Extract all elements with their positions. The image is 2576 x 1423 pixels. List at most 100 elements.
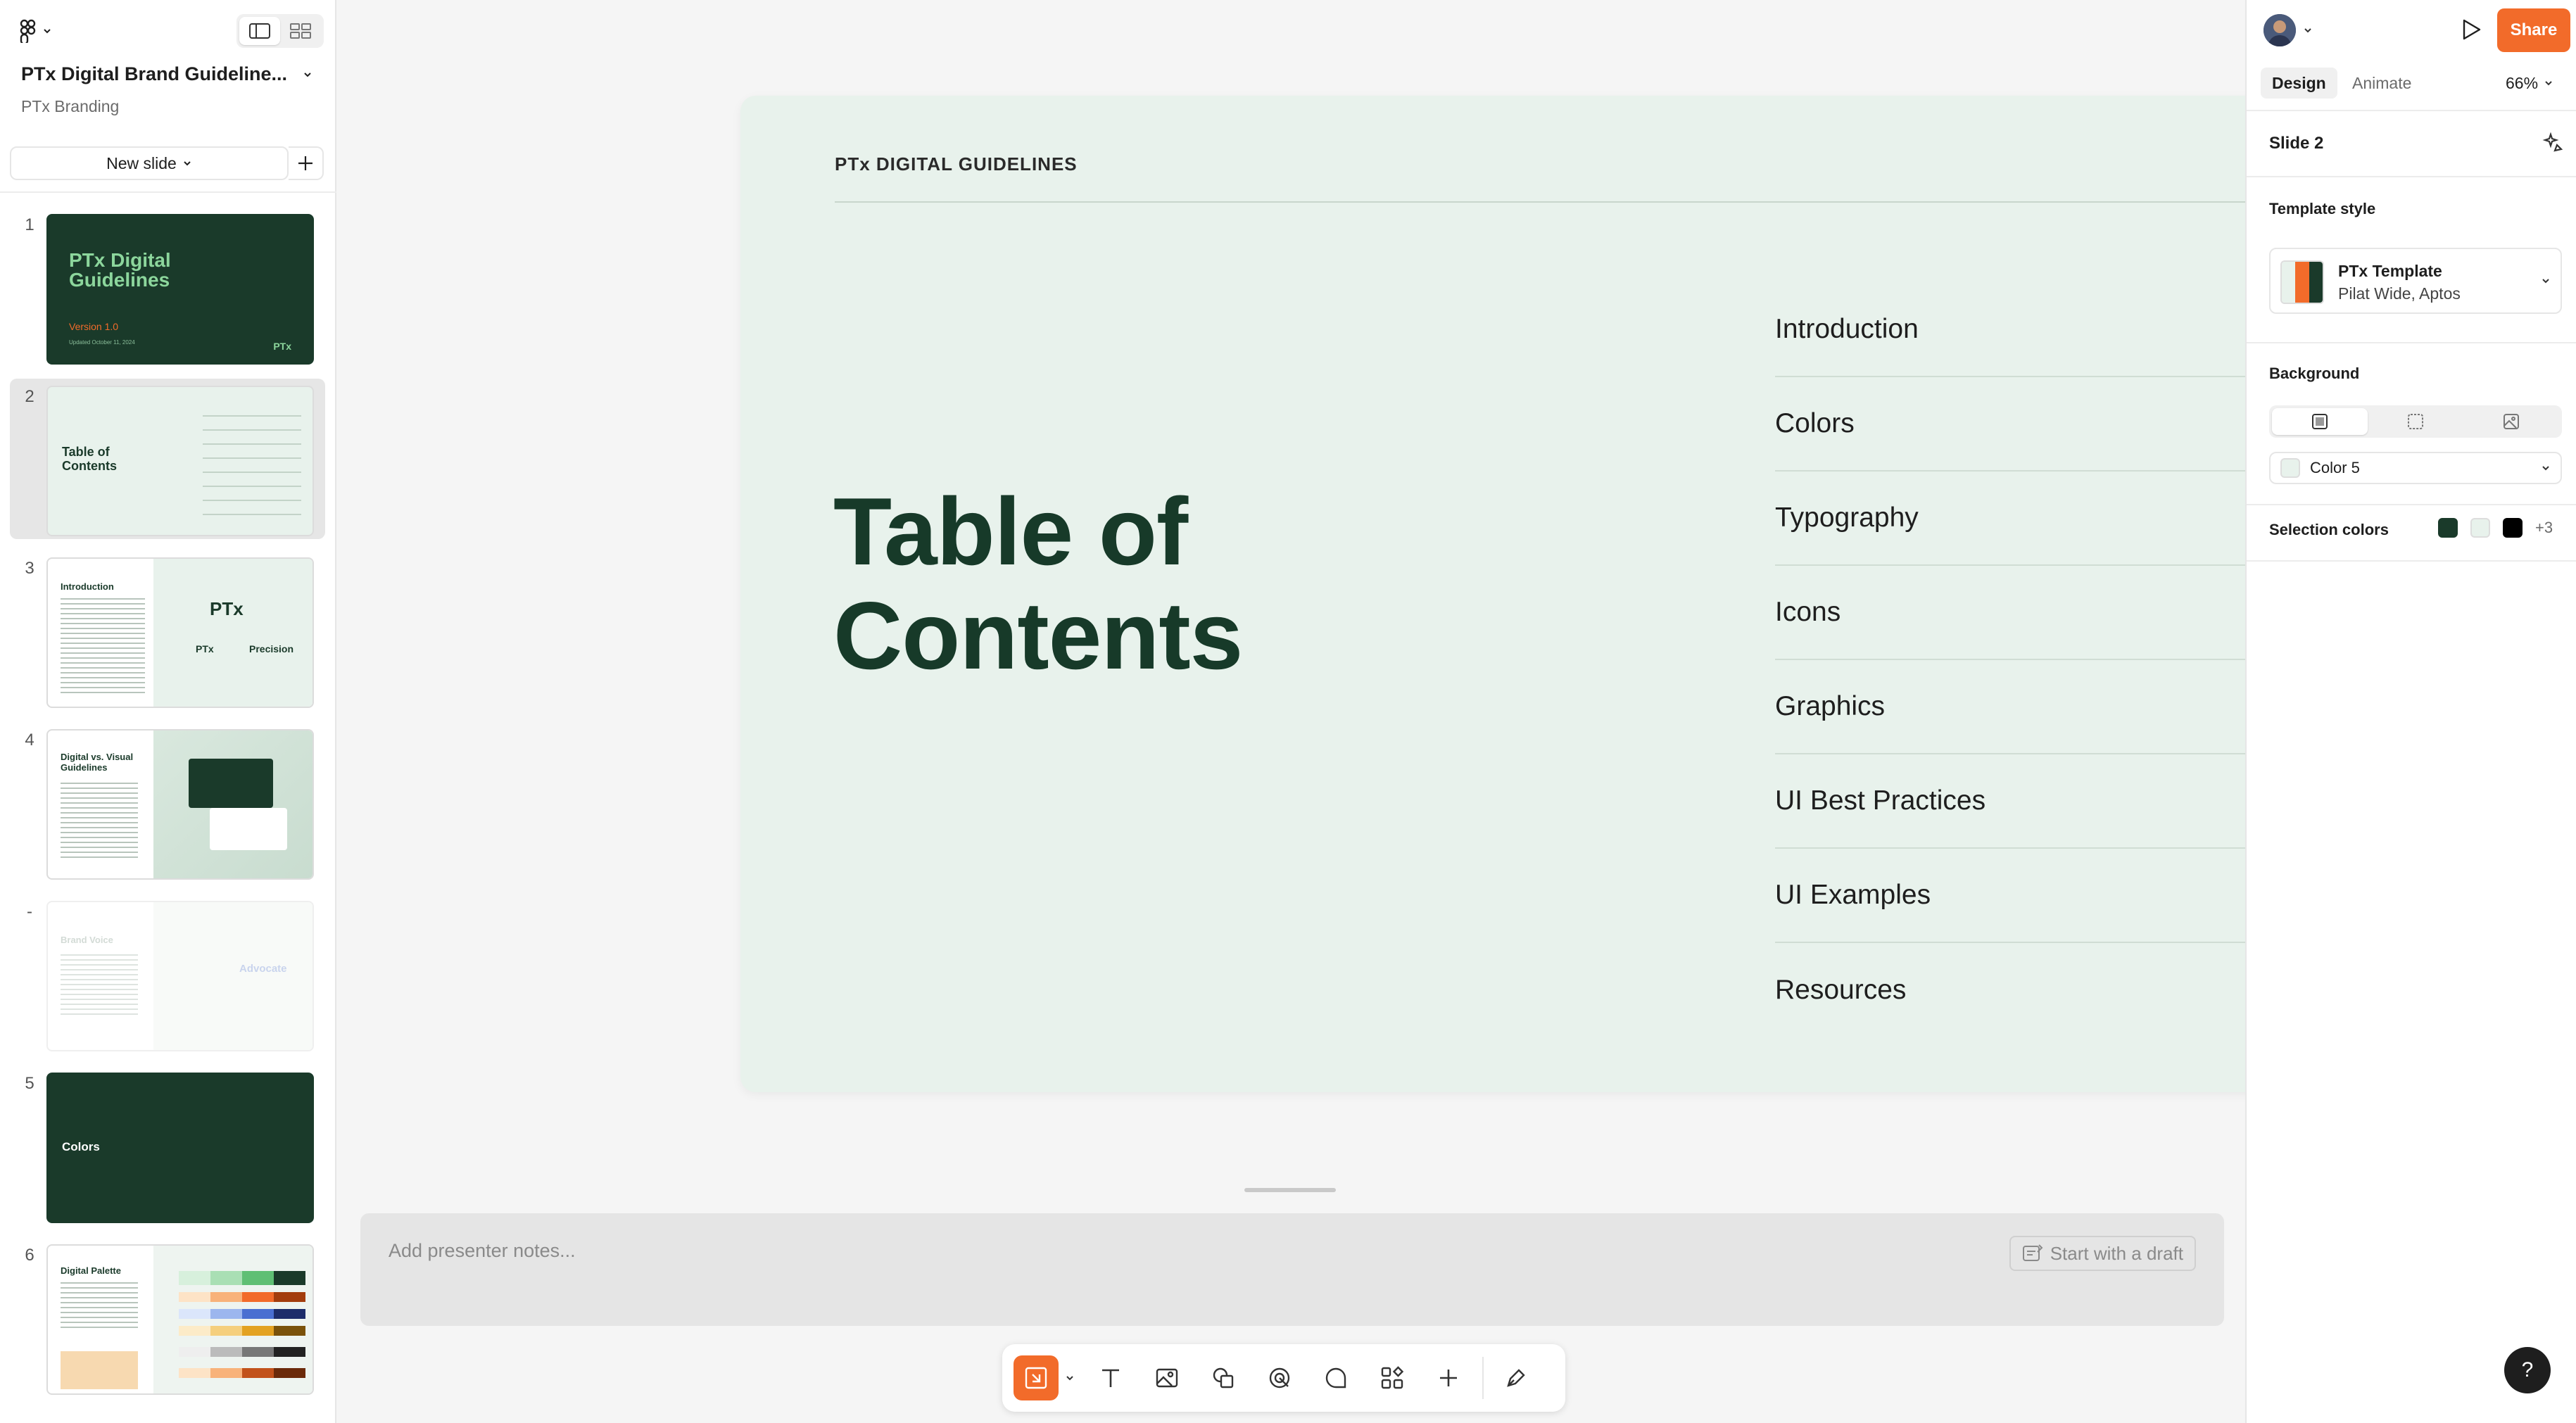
- ai-edit-button[interactable]: [2542, 132, 2563, 153]
- color-swatch-dark-green[interactable]: [2438, 518, 2458, 538]
- image-icon: [1156, 1368, 1178, 1388]
- thumbnail-preview: Digital Palette: [46, 1244, 314, 1395]
- color-swatch-black[interactable]: [2503, 518, 2523, 538]
- tab-animate[interactable]: Animate: [2341, 68, 2423, 99]
- thumbnail-preview: Colors: [46, 1073, 314, 1223]
- zoom-level: 66%: [2506, 73, 2539, 92]
- grid-view-icon: [290, 23, 311, 39]
- divider: [0, 191, 336, 193]
- thumbnail-preview: Brand Voice Advocate: [46, 901, 314, 1051]
- slide-thumbnail-2[interactable]: 2 Table of Contents: [10, 379, 325, 539]
- properties-panel: Share Design Animate 66% Slide 2 Templat…: [2245, 0, 2576, 1423]
- play-icon: [2463, 19, 2481, 40]
- components-tool-button[interactable]: [1370, 1355, 1415, 1400]
- user-avatar-icon: [2264, 14, 2296, 46]
- new-slide-label: New slide: [106, 153, 177, 172]
- bg-image-button[interactable]: [2463, 408, 2559, 435]
- slide-name[interactable]: Slide 2: [2269, 134, 2323, 153]
- slide-number: 4: [25, 731, 34, 750]
- template-fonts: Pilat Wide, Aptos: [2338, 284, 2461, 303]
- help-button[interactable]: ?: [2504, 1347, 2551, 1393]
- chevron-down-icon: [2542, 279, 2549, 284]
- thumb-title: Introduction: [61, 581, 114, 592]
- presenter-notes[interactable]: Add presenter notes... Start with a draf…: [360, 1213, 2224, 1326]
- slide-number: 3: [25, 559, 34, 578]
- zoom-control[interactable]: 66%: [2506, 68, 2553, 99]
- plus-icon: [1440, 1370, 1457, 1386]
- sidebar-view-icon: [249, 23, 270, 39]
- image-tool-button[interactable]: [1144, 1355, 1189, 1400]
- shape-tool-button[interactable]: [1201, 1355, 1246, 1400]
- start-with-draft-button[interactable]: Start with a draft: [2009, 1236, 2196, 1271]
- plus-icon: [298, 156, 312, 170]
- slide-thumbnail-hidden[interactable]: - Brand Voice Advocate: [10, 894, 325, 1054]
- slide-thumbnail-5[interactable]: 5 Colors: [10, 1065, 325, 1226]
- bg-color-name: Color 5: [2310, 459, 2360, 476]
- main-menu[interactable]: [20, 17, 52, 45]
- thumb-updated: Updated October 11, 2024: [69, 339, 135, 346]
- slide-thumbnail-1[interactable]: 1 PTx Digital Guidelines Version 1.0 Upda…: [10, 207, 325, 367]
- interaction-tool-button[interactable]: [1257, 1355, 1302, 1400]
- thumbnail-preview: Table of Contents: [46, 386, 314, 536]
- thumb-title: Digital Palette: [61, 1265, 121, 1276]
- avatar[interactable]: [2264, 14, 2296, 46]
- slide-number: 2: [25, 387, 34, 406]
- more-colors[interactable]: +3: [2535, 519, 2553, 537]
- background-heading: Background: [2269, 365, 2360, 382]
- present-button[interactable]: [2458, 17, 2483, 42]
- more-tools-button[interactable]: [1426, 1355, 1471, 1400]
- slide-header-rule: [835, 201, 2424, 203]
- thumb-logo: PTx: [273, 341, 291, 352]
- bg-solid-button[interactable]: [2272, 408, 2368, 435]
- components-icon: [1381, 1366, 1404, 1389]
- selection-colors-heading: Selection colors: [2269, 521, 2389, 538]
- toc-label: Colors: [1775, 408, 1855, 438]
- bg-pattern-button[interactable]: [2368, 408, 2463, 435]
- slide-thumbnail-6[interactable]: 6 Digital Palette: [10, 1237, 325, 1398]
- slide-title-line-1: Table of: [833, 478, 1188, 585]
- new-slide-button[interactable]: New slide: [10, 146, 289, 180]
- slide-header[interactable]: PTx DIGITAL GUIDELINES: [835, 153, 1078, 175]
- tab-design[interactable]: Design: [2261, 68, 2337, 99]
- slide-title[interactable]: Table of Contents: [833, 479, 1467, 688]
- thumb-title: PTx Digital Guidelines: [69, 249, 171, 291]
- image-fill-icon: [2504, 414, 2519, 429]
- chevron-down-icon[interactable]: [2303, 25, 2313, 35]
- text-tool-button[interactable]: [1088, 1355, 1133, 1400]
- slide-thumbnail-4[interactable]: 4 Digital vs. Visual Guidelines: [10, 722, 325, 883]
- comment-tool-button[interactable]: [1313, 1355, 1358, 1400]
- template-selector[interactable]: PTx Template Pilat Wide, Aptos: [2269, 248, 2562, 314]
- grid-view-button[interactable]: [280, 17, 321, 45]
- project-name[interactable]: PTx Branding: [21, 97, 119, 116]
- chevron-down-icon: [1066, 1376, 1073, 1381]
- draft-label: Start with a draft: [2050, 1242, 2183, 1264]
- add-slide-button[interactable]: [289, 146, 324, 180]
- thumb-word: Advocate: [239, 963, 287, 975]
- color-swatch-light-green[interactable]: [2470, 518, 2490, 538]
- slide-thumbnail-3[interactable]: 3 Introduction PTx PTx Precision: [10, 550, 325, 711]
- background-color-select[interactable]: Color 5: [2269, 452, 2562, 484]
- slide-tool-button[interactable]: [1014, 1355, 1059, 1400]
- thumbnail-preview: Digital vs. Visual Guidelines: [46, 729, 314, 880]
- thumb-title: Brand Voice: [61, 935, 113, 945]
- slide-tool-dropdown[interactable]: [1061, 1373, 1078, 1383]
- pen-icon: [1507, 1369, 1525, 1387]
- list-view-button[interactable]: [239, 17, 280, 45]
- file-title-text: PTx Digital Brand Guideline...: [21, 63, 288, 84]
- toc-label: UI Examples: [1775, 880, 1931, 910]
- thumb-title: Digital vs. Visual Guidelines: [61, 752, 134, 773]
- share-button[interactable]: Share: [2497, 8, 2570, 52]
- notes-placeholder[interactable]: Add presenter notes...: [389, 1240, 576, 1262]
- notes-resize-handle[interactable]: [1244, 1188, 1336, 1192]
- template-swatch: [2280, 260, 2324, 304]
- file-title[interactable]: PTx Digital Brand Guideline...: [21, 63, 312, 85]
- chevron-down-icon: [304, 72, 311, 77]
- interactive-icon: [1269, 1367, 1290, 1389]
- thumb-title: Table of Contents: [62, 445, 117, 473]
- divider: [2247, 110, 2576, 111]
- thumbnail-preview: Introduction PTx PTx Precision: [46, 557, 314, 708]
- divider: [2247, 342, 2576, 343]
- draw-tool-button[interactable]: [1494, 1355, 1539, 1400]
- chevron-down-icon: [44, 29, 51, 34]
- text-icon: [1102, 1369, 1119, 1387]
